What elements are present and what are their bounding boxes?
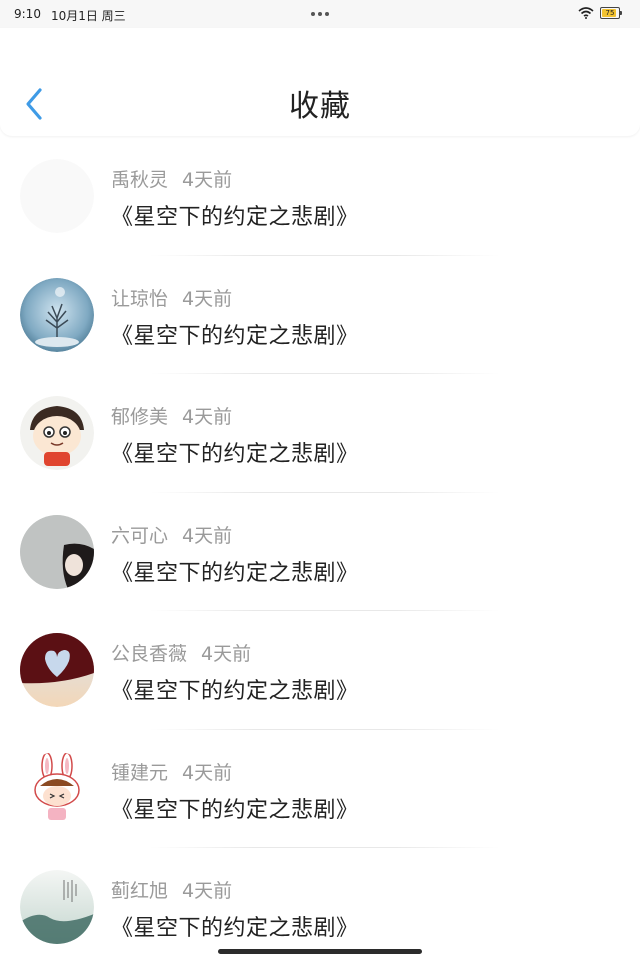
avatar[interactable] [20,751,94,826]
item-title[interactable]: 《星空下的约定之悲剧》 [111,792,359,824]
wifi-icon [578,7,594,19]
item-meta: 禹秋灵 4天前 [111,165,232,192]
timestamp: 4天前 [182,406,233,428]
author-name[interactable]: 六可心 [111,525,168,547]
author-name[interactable]: 公良香薇 [111,643,187,665]
favorites-list: 禹秋灵 4天前 《星空下的约定之悲剧》 让琼怡 4天前 《星空下的约定之悲剧》 … [0,137,640,967]
header: 收藏 [0,28,640,136]
author-name[interactable]: 禹秋灵 [111,169,168,191]
avatar[interactable] [20,277,94,352]
timestamp: 4天前 [182,169,233,191]
item-title[interactable]: 《星空下的约定之悲剧》 [111,910,359,942]
timestamp: 4天前 [182,761,233,784]
item-title[interactable]: 《星空下的约定之悲剧》 [111,555,359,587]
timestamp: 4天前 [182,524,233,547]
battery-level: 75 [605,9,615,17]
timestamp: 4天前 [201,643,252,665]
author-name[interactable]: 蓟红旭 [111,880,168,902]
multitask-dots-icon[interactable] [311,12,329,16]
page-title: 收藏 [289,89,351,124]
list-item[interactable]: 禹秋灵 4天前 《星空下的约定之悲剧》 [0,137,640,256]
item-meta: 锺建元 4天前 [111,758,232,785]
home-indicator[interactable] [218,949,422,954]
status-time: 9:10 [14,7,41,21]
author-name[interactable]: 郁修美 [111,406,168,428]
item-meta: 六可心 4天前 [111,521,232,548]
list-item[interactable]: 锺建元 4天前 《星空下的约定之悲剧》 [0,730,640,848]
status-date: 10月1日 周三 [50,9,126,23]
item-title[interactable]: 《星空下的约定之悲剧》 [111,673,359,705]
item-meta: 蓟红旭 4天前 [111,876,232,903]
timestamp: 4天前 [182,880,233,902]
avatar[interactable] [20,514,94,589]
author-name[interactable]: 让琼怡 [111,288,168,310]
timestamp: 4天前 [182,287,233,310]
item-meta: 让琼怡 4天前 [111,284,232,311]
avatar[interactable] [20,396,94,470]
avatar[interactable] [20,870,94,944]
list-item[interactable]: 公良香薇 4天前 《星空下的约定之悲剧》 [0,611,640,730]
battery-icon: 75 [600,7,622,19]
item-meta: 郁修美 4天前 [111,402,232,429]
item-meta: 公良香薇 4天前 [111,639,251,666]
status-bar: 9:10 10月1日 周三 75 [0,0,640,28]
avatar[interactable] [20,159,94,233]
avatar[interactable] [20,633,94,707]
list-item[interactable]: 郁修美 4天前 《星空下的约定之悲剧》 [0,374,640,493]
list-item[interactable]: 让琼怡 4天前 《星空下的约定之悲剧》 [0,256,640,374]
status-right: 75 [578,7,622,19]
item-title[interactable]: 《星空下的约定之悲剧》 [111,436,359,468]
item-title[interactable]: 《星空下的约定之悲剧》 [111,199,359,231]
author-name[interactable]: 锺建元 [111,762,168,784]
status-left: 9:10 10月1日 周三 [14,7,126,24]
item-title[interactable]: 《星空下的约定之悲剧》 [111,318,359,350]
list-item[interactable]: 六可心 4天前 《星空下的约定之悲剧》 [0,493,640,611]
